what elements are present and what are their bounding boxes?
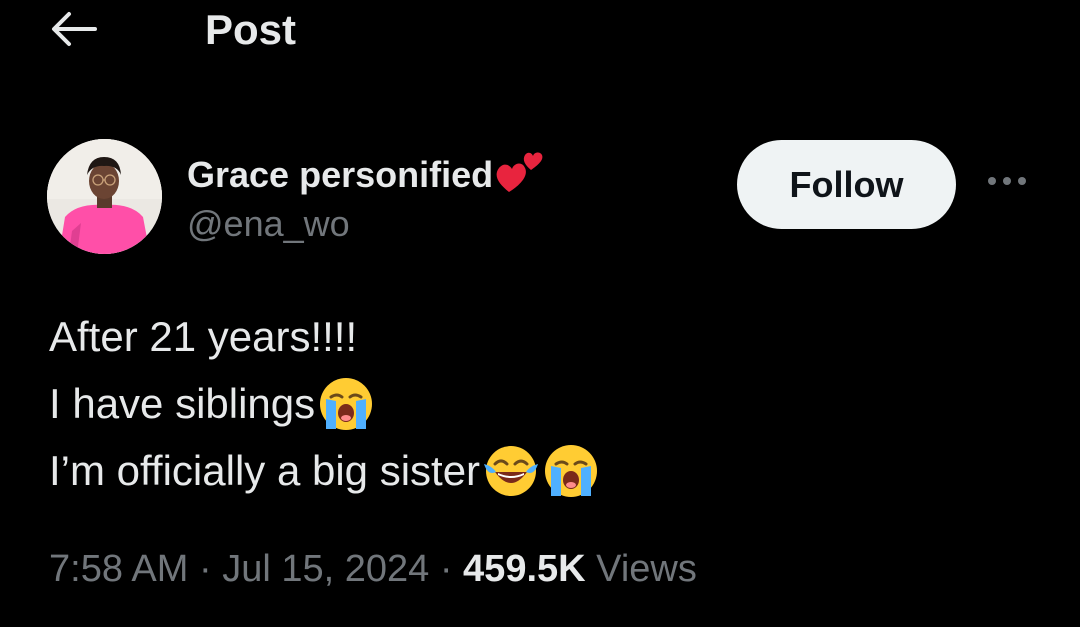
more-horizontal-icon bbox=[986, 174, 1028, 192]
tweet-line: I have siblings bbox=[49, 370, 600, 437]
tweet-line-text: I have siblings bbox=[49, 380, 316, 427]
views-label: Views bbox=[596, 548, 697, 590]
meta-separator: · bbox=[439, 548, 453, 590]
avatar[interactable] bbox=[47, 139, 162, 254]
views-count[interactable]: 459.5K bbox=[463, 548, 586, 590]
loudly-crying-face-icon bbox=[317, 375, 375, 433]
face-with-tears-of-joy-icon bbox=[482, 442, 540, 500]
follow-button[interactable]: Follow bbox=[737, 140, 956, 229]
display-name[interactable]: Grace personified bbox=[187, 146, 547, 203]
tweet-line: After 21 years!!!! bbox=[49, 303, 600, 370]
post-date[interactable]: Jul 15, 2024 bbox=[222, 548, 429, 590]
handle[interactable]: @ena_wo bbox=[187, 203, 350, 245]
page-title: Post bbox=[205, 6, 297, 53]
meta-separator: · bbox=[198, 548, 212, 590]
tweet-line-text: I’m officially a big sister bbox=[49, 447, 481, 494]
more-button[interactable] bbox=[984, 168, 1030, 198]
tweet-text: After 21 years!!!! I have siblings I’m o… bbox=[49, 303, 600, 504]
loudly-crying-face-icon bbox=[542, 442, 600, 500]
post-page: Post Grace personified @ena_wo Follow Af… bbox=[0, 0, 1080, 627]
arrow-left-icon bbox=[51, 11, 97, 52]
avatar-image bbox=[47, 139, 162, 254]
display-name-text: Grace personified bbox=[187, 153, 494, 195]
two-hearts-icon bbox=[495, 146, 547, 203]
tweet-line: I’m officially a big sister bbox=[49, 437, 600, 504]
post-time[interactable]: 7:58 AM bbox=[49, 548, 188, 590]
back-button[interactable] bbox=[44, 6, 104, 56]
tweet-line-text: After 21 years!!!! bbox=[49, 313, 358, 360]
post-meta: 7:58 AM · Jul 15, 2024 · 459.5K Views bbox=[49, 548, 697, 591]
